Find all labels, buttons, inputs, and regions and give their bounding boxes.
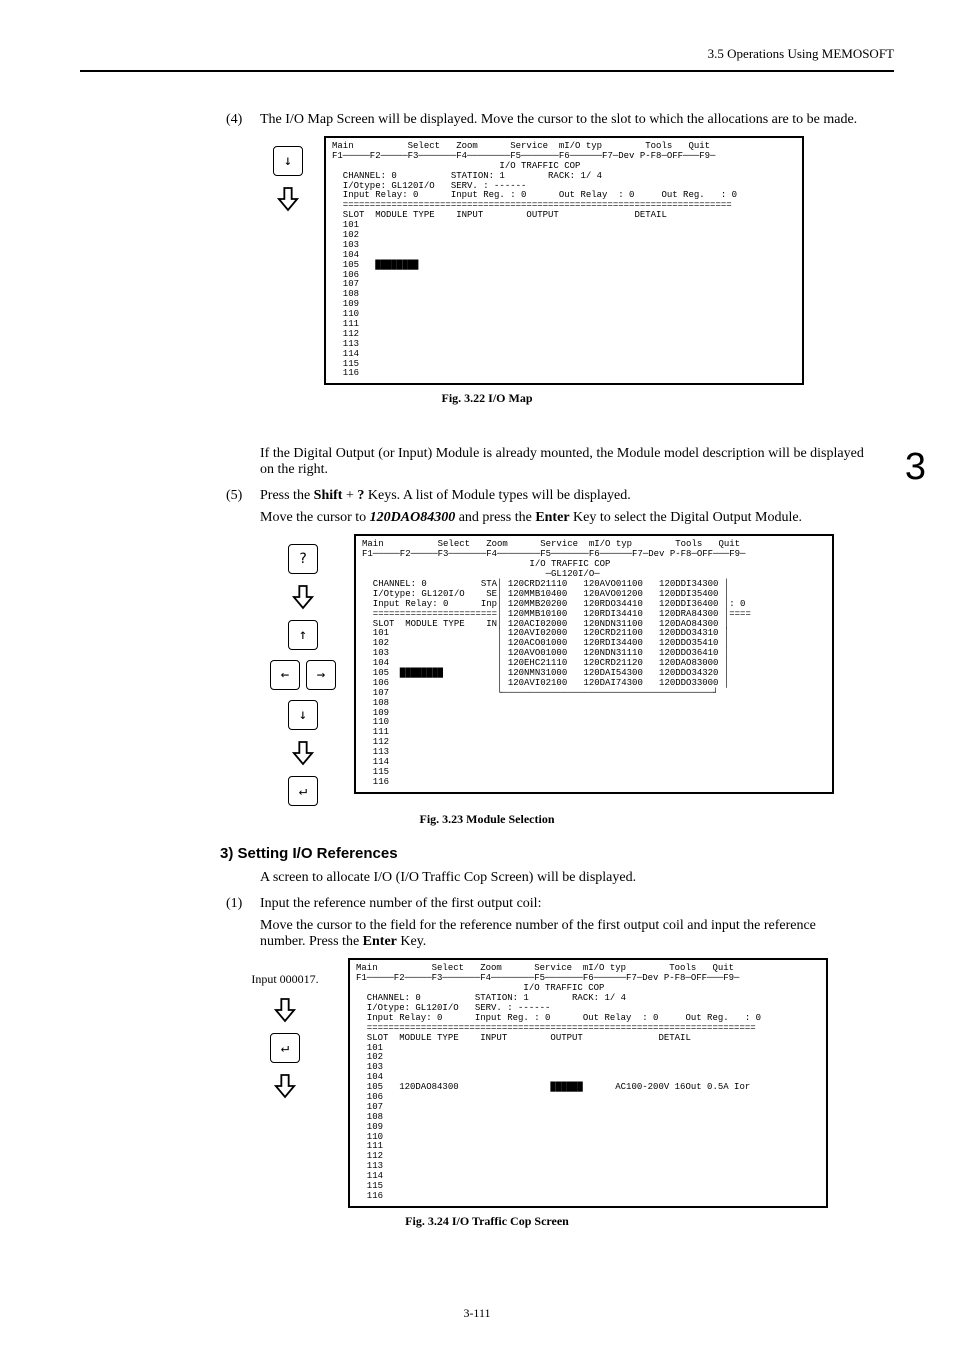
- hollow-arrow-down-icon: [277, 186, 299, 212]
- fig323-caption: Fig. 3.23 Module Selection: [80, 812, 894, 827]
- hollow-arrow-down-icon: [292, 740, 314, 766]
- down-key-icon: ↓: [288, 700, 318, 730]
- enter-key-icon: ↵: [288, 776, 318, 806]
- question-key-icon: ?: [288, 544, 318, 574]
- hollow-arrow-down-icon: [292, 584, 314, 610]
- input-label: Input 000017.: [251, 972, 318, 987]
- step5-line2: Move the cursor to 120DAO84300 and press…: [260, 510, 864, 526]
- down-key-icon: ↓: [273, 146, 303, 176]
- section3-text: A screen to allocate I/O (I/O Traffic Co…: [260, 870, 864, 886]
- step5-num: (5): [226, 488, 242, 504]
- step1b-num: (1): [226, 896, 242, 912]
- page-number: 3-111: [0, 1306, 954, 1321]
- step4-text: The I/O Map Screen will be displayed. Mo…: [260, 112, 857, 127]
- fig323-screen: Main Select Zoom Service mI/O typ Tools …: [354, 534, 834, 793]
- fig324-caption: Fig. 3.24 I/O Traffic Cop Screen: [80, 1214, 894, 1229]
- enter-key-icon: ↵: [270, 1033, 300, 1063]
- chapter-number: 3: [905, 446, 926, 489]
- hollow-arrow-down-icon: [274, 1073, 296, 1099]
- header-section: 3.5 Operations Using MEMOSOFT: [708, 46, 894, 62]
- step1b-text: Input the reference number of the first …: [260, 896, 541, 911]
- section3-heading: 3) Setting I/O References: [220, 845, 894, 862]
- right-key-icon: →: [306, 660, 336, 690]
- step4-num: (4): [226, 112, 242, 128]
- left-key-icon: ←: [270, 660, 300, 690]
- fig324-screen: Main Select Zoom Service mI/O typ Tools …: [348, 958, 828, 1207]
- step1b-line2: Move the cursor to the field for the ref…: [260, 918, 864, 950]
- post322-text: If the Digital Output (or Input) Module …: [260, 446, 864, 478]
- fig322-caption: Fig. 3.22 I/O Map: [80, 391, 894, 406]
- hollow-arrow-down-icon: [274, 997, 296, 1023]
- fig322-screen: Main Select Zoom Service mI/O typ Tools …: [324, 136, 804, 385]
- step5-line1: Press the Shift + ? Keys. A list of Modu…: [260, 488, 631, 503]
- up-key-icon: ↑: [288, 620, 318, 650]
